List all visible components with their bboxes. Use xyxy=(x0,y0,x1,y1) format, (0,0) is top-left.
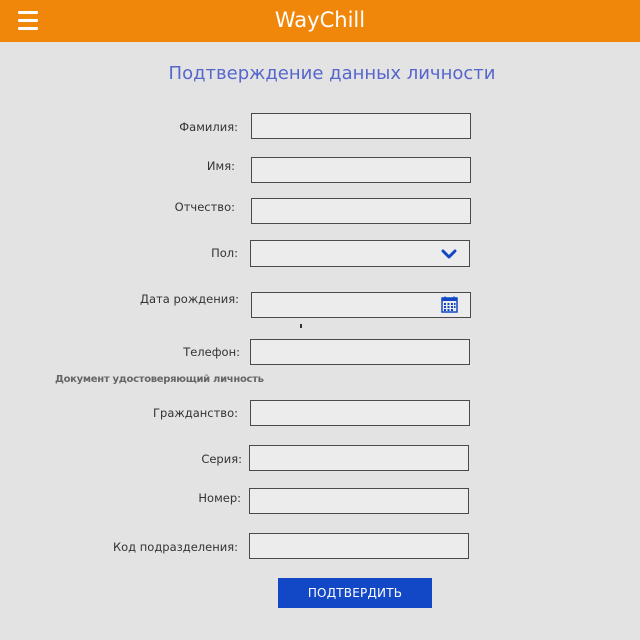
number-label: Номер: xyxy=(198,491,241,505)
page-title: Подтверждение данных личности xyxy=(168,63,496,84)
series-field[interactable] xyxy=(249,445,469,471)
document-section-label: Документ удостоверяющий личность xyxy=(55,374,264,385)
citizenship-label: Гражданство: xyxy=(153,406,238,420)
gender-label: Пол: xyxy=(211,246,238,260)
birth-date-picker xyxy=(251,292,471,318)
chevron-down-icon xyxy=(441,249,457,259)
patronymic-label: Отчество: xyxy=(174,200,235,214)
phone-field[interactable] xyxy=(250,339,470,365)
citizenship-field[interactable] xyxy=(250,400,470,426)
calendar-icon[interactable] xyxy=(441,296,458,313)
birth-date-field[interactable] xyxy=(251,292,471,318)
app-title: WayChill xyxy=(274,8,366,32)
patronymic-field[interactable] xyxy=(251,198,471,224)
division-code-label: Код подразделения: xyxy=(112,540,238,554)
stray-mark xyxy=(300,324,302,328)
confirm-button[interactable]: ПОДТВЕРДИТЬ xyxy=(278,578,432,608)
first-name-label: Имя: xyxy=(206,159,235,173)
phone-label: Телефон: xyxy=(183,345,240,359)
last-name-field[interactable] xyxy=(251,113,471,139)
top-app-bar: WayChill xyxy=(0,0,640,42)
gender-select[interactable] xyxy=(250,240,470,267)
last-name-label: Фамилия: xyxy=(179,120,238,134)
series-label: Серия: xyxy=(201,452,242,466)
first-name-field[interactable] xyxy=(251,157,471,183)
number-field[interactable] xyxy=(249,488,469,514)
birth-date-label: Дата рождения: xyxy=(140,292,239,306)
division-code-field[interactable] xyxy=(249,533,469,559)
